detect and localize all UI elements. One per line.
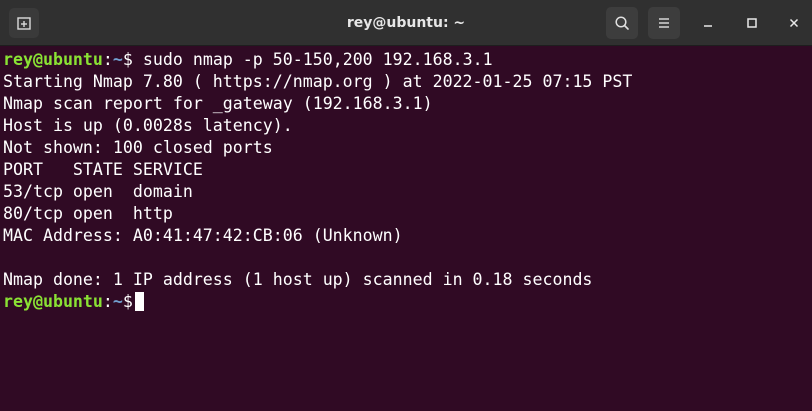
output-line: Starting Nmap 7.80 ( https://nmap.org ) … — [3, 72, 633, 91]
new-tab-button[interactable] — [9, 8, 39, 38]
prompt-path: ~ — [112, 50, 123, 69]
output-line: 53/tcp open domain — [3, 182, 193, 201]
maximize-icon — [747, 18, 757, 28]
search-button[interactable] — [606, 7, 638, 39]
terminal-output[interactable]: rey@ubuntu:~$ sudo nmap -p 50-150,200 19… — [0, 46, 812, 411]
text-cursor — [134, 292, 144, 311]
output-line: Host is up (0.0028s latency). — [3, 116, 293, 135]
output-line: Nmap scan report for _gateway (192.168.3… — [3, 94, 433, 113]
minimize-icon — [704, 25, 712, 27]
prompt-user-host: rey@ubuntu — [3, 50, 103, 69]
close-button[interactable] — [782, 11, 806, 35]
output-line: Not shown: 100 closed ports — [3, 138, 273, 157]
command-text: sudo nmap -p 50-150,200 192.168.3.1 — [132, 50, 493, 69]
minimize-button[interactable] — [696, 11, 720, 35]
prompt-symbol: $ — [122, 50, 133, 69]
command-line: rey@ubuntu:~$ sudo nmap -p 50-150,200 19… — [3, 49, 812, 71]
window-title: rey@ubuntu: ~ — [346, 15, 466, 31]
maximize-button[interactable] — [740, 11, 764, 35]
output-line: 80/tcp open http — [3, 204, 173, 223]
title-bar[interactable]: rey@ubuntu: ~ — [0, 0, 812, 46]
prompt-user-host: rey@ubuntu — [3, 292, 103, 311]
close-icon — [789, 18, 799, 28]
prompt-symbol: $ — [122, 292, 133, 311]
output-line: Nmap done: 1 IP address (1 host up) scan… — [3, 270, 593, 289]
prompt-path: ~ — [112, 292, 123, 311]
output-line: PORT STATE SERVICE — [3, 160, 203, 179]
new-tab-icon — [17, 17, 31, 30]
prompt-colon: : — [102, 50, 113, 69]
prompt-colon: : — [102, 292, 113, 311]
search-icon — [615, 16, 629, 30]
hamburger-menu-icon — [659, 18, 669, 28]
active-prompt-line[interactable]: rey@ubuntu:~$ — [3, 291, 812, 313]
menu-button[interactable] — [648, 7, 680, 39]
terminal-window: rey@ubuntu: ~ rey@ubuntu:~$ sudo nmap -p… — [0, 0, 812, 411]
output-line: MAC Address: A0:41:47:42:CB:06 (Unknown) — [3, 226, 403, 245]
